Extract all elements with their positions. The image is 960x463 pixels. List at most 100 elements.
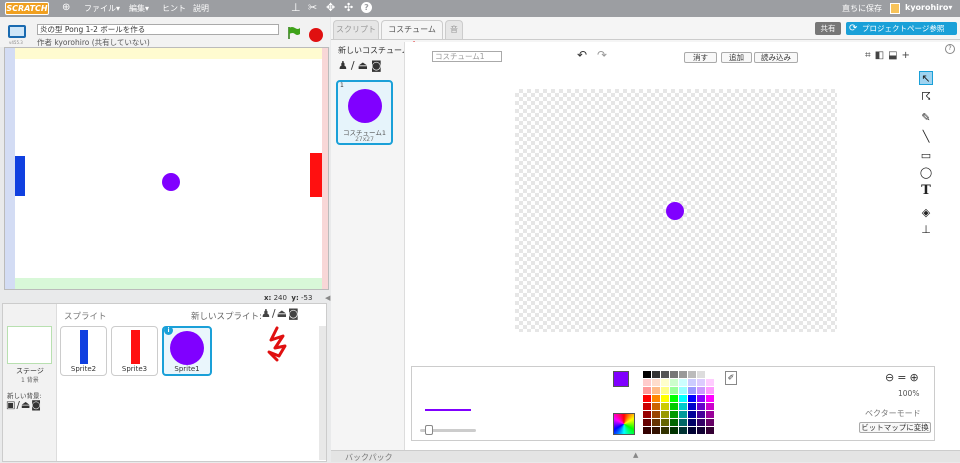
- color-swatch[interactable]: [679, 403, 687, 410]
- convert-to-bitmap-button[interactable]: ビットマップに変換: [859, 422, 931, 433]
- scratch-logo[interactable]: SCRATCH: [5, 2, 49, 15]
- color-swatch[interactable]: [670, 387, 678, 394]
- stage[interactable]: [4, 47, 329, 290]
- sprite3-paddle-right[interactable]: [310, 153, 322, 197]
- help-icon[interactable]: ?: [361, 2, 372, 13]
- project-title-input[interactable]: 炎の型 Pong 1-2 ボールを作る: [37, 24, 279, 35]
- upload-icon[interactable]: ⏏: [21, 400, 31, 411]
- cut-scissors-icon[interactable]: ✂: [308, 2, 317, 14]
- zoom-reset-icon[interactable]: =: [897, 371, 909, 384]
- fill-tool-icon[interactable]: ◈: [919, 206, 933, 220]
- color-swatch[interactable]: [652, 379, 660, 386]
- color-swatch[interactable]: [679, 411, 687, 418]
- color-swatch[interactable]: [679, 419, 687, 426]
- color-swatch[interactable]: [661, 395, 669, 402]
- select-tool-icon[interactable]: ↖: [919, 71, 933, 85]
- color-swatch[interactable]: [643, 371, 651, 378]
- sprite-thumb-sprite2[interactable]: Sprite2: [60, 326, 107, 376]
- color-swatch[interactable]: [670, 427, 678, 434]
- menu-about[interactable]: 説明: [193, 3, 209, 14]
- collapse-arrow-icon[interactable]: ◀: [325, 294, 330, 302]
- color-swatch[interactable]: [652, 427, 660, 434]
- upload-costume-icon[interactable]: ⏏: [358, 59, 371, 72]
- flip-horizontal-icon[interactable]: ◧: [875, 50, 888, 61]
- ball-shape[interactable]: [666, 202, 684, 220]
- save-now-link[interactable]: 直ちに保存: [842, 3, 882, 14]
- color-picker-gradient[interactable]: [613, 413, 635, 435]
- shrink-icon[interactable]: ✣: [344, 2, 353, 14]
- redo-icon[interactable]: ↷: [597, 48, 607, 62]
- crop-icon[interactable]: ⌗: [865, 50, 875, 61]
- color-swatch[interactable]: [670, 411, 678, 418]
- add-button[interactable]: 追加: [721, 52, 752, 63]
- flip-vertical-icon[interactable]: ⬓: [888, 50, 901, 61]
- color-swatch[interactable]: [697, 395, 705, 402]
- zoom-out-icon[interactable]: ⊖: [885, 371, 897, 384]
- upload-sprite-icon[interactable]: ⏏: [277, 307, 288, 320]
- see-project-page-button[interactable]: プロジェクトページ参照: [846, 22, 957, 35]
- sprite-scrollbar[interactable]: [319, 326, 326, 460]
- color-swatch[interactable]: [706, 371, 714, 378]
- reshape-tool-icon[interactable]: ☈: [919, 90, 933, 104]
- tab-scripts[interactable]: スクリプト: [333, 20, 379, 39]
- costume-library-icon[interactable]: ♟: [338, 59, 351, 72]
- color-swatch[interactable]: [706, 395, 714, 402]
- color-swatch[interactable]: [652, 371, 660, 378]
- color-swatch[interactable]: [652, 403, 660, 410]
- color-swatch[interactable]: [652, 395, 660, 402]
- costume-name-input[interactable]: コスチューム1: [432, 51, 502, 62]
- color-swatch[interactable]: [697, 379, 705, 386]
- color-swatch[interactable]: [688, 411, 696, 418]
- green-flag-icon[interactable]: [287, 26, 301, 40]
- rectangle-tool-icon[interactable]: ▭: [919, 149, 933, 163]
- menu-file[interactable]: ファイル▾: [84, 3, 120, 14]
- camera-icon[interactable]: ◙: [31, 400, 42, 411]
- color-swatch[interactable]: [706, 411, 714, 418]
- color-swatch[interactable]: [697, 419, 705, 426]
- color-swatch[interactable]: [679, 371, 687, 378]
- color-swatch[interactable]: [688, 395, 696, 402]
- color-swatch[interactable]: [643, 403, 651, 410]
- help-circle-icon[interactable]: ?: [945, 44, 955, 54]
- color-swatch[interactable]: [706, 379, 714, 386]
- color-swatch[interactable]: [652, 411, 660, 418]
- color-swatch[interactable]: [661, 427, 669, 434]
- clear-button[interactable]: 消す: [684, 52, 717, 63]
- tab-sounds[interactable]: 音: [445, 20, 463, 39]
- eyedropper-icon[interactable]: ✐: [725, 371, 737, 385]
- stage-thumbnail[interactable]: [7, 326, 52, 364]
- costume-thumb-1[interactable]: 1 コスチューム1 27x27: [336, 80, 393, 145]
- fullscreen-icon[interactable]: [8, 25, 26, 38]
- color-swatch[interactable]: [661, 371, 669, 378]
- color-swatch[interactable]: [697, 371, 705, 378]
- color-swatch[interactable]: [688, 379, 696, 386]
- color-swatch[interactable]: [670, 419, 678, 426]
- globe-icon[interactable]: ⊕: [62, 2, 70, 13]
- info-icon[interactable]: i: [164, 326, 173, 335]
- backpack-bar[interactable]: バックパック ▲: [331, 450, 960, 462]
- color-swatch[interactable]: [679, 379, 687, 386]
- color-swatch[interactable]: [670, 371, 678, 378]
- color-swatch[interactable]: [688, 427, 696, 434]
- undo-icon[interactable]: ↶: [577, 48, 587, 62]
- expand-arrow-icon[interactable]: ▲: [633, 451, 638, 459]
- color-swatch[interactable]: [697, 427, 705, 434]
- color-swatch[interactable]: [679, 387, 687, 394]
- stop-icon[interactable]: [309, 28, 323, 42]
- menu-edit[interactable]: 編集▾: [129, 3, 149, 14]
- user-avatar[interactable]: [890, 3, 900, 14]
- color-swatch[interactable]: [643, 379, 651, 386]
- color-swatch[interactable]: [706, 427, 714, 434]
- zoom-in-icon[interactable]: ⊕: [909, 371, 921, 384]
- color-swatch[interactable]: [652, 419, 660, 426]
- primary-color-swatch[interactable]: [613, 371, 629, 387]
- paint-backdrop-icon[interactable]: ▣: [6, 400, 16, 411]
- paint-canvas[interactable]: [515, 89, 837, 332]
- color-swatch[interactable]: [679, 427, 687, 434]
- slider-handle[interactable]: [425, 425, 433, 435]
- sprite2-paddle-left[interactable]: [15, 156, 25, 196]
- color-swatch[interactable]: [661, 411, 669, 418]
- tab-costumes[interactable]: コスチューム: [381, 20, 443, 39]
- color-swatch-grid[interactable]: [643, 371, 719, 437]
- pencil-tool-icon[interactable]: ✎: [919, 111, 933, 125]
